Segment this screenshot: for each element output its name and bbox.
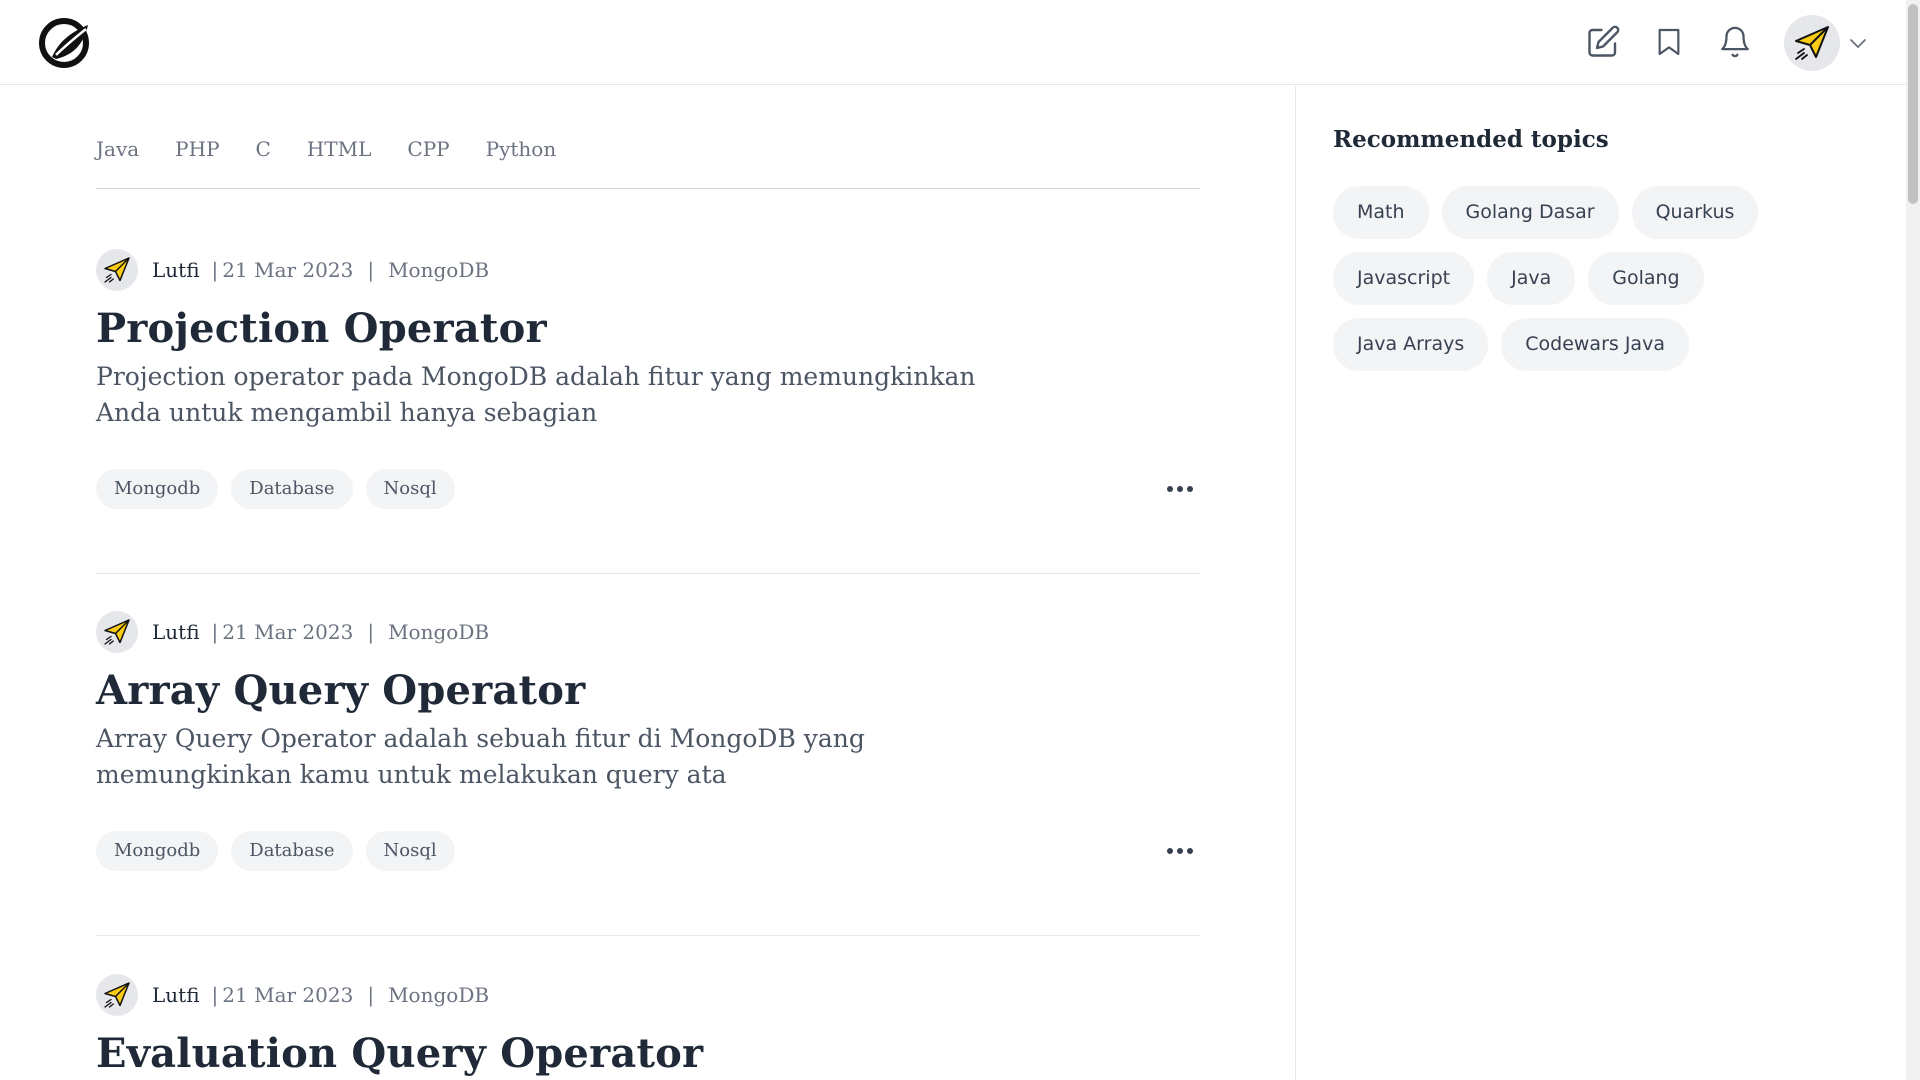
tag-chip[interactable]: Mongodb: [96, 831, 219, 871]
article-topic[interactable]: MongoDB: [388, 620, 489, 644]
publish-date: 21 Mar 2023: [222, 983, 354, 1007]
article-excerpt[interactable]: Array Query Operator adalah sebuah fitur…: [96, 721, 976, 793]
top-header: [0, 0, 1920, 85]
tab-cpp[interactable]: CPP: [407, 134, 449, 164]
topic-chips: Math Golang Dasar Quarkus Javascript Jav…: [1333, 186, 1803, 371]
meta-separator: |: [211, 620, 219, 644]
author-name[interactable]: Lutfi: [152, 258, 200, 282]
author-avatar[interactable]: [96, 611, 138, 653]
tag-chip[interactable]: Database: [231, 831, 353, 871]
article-excerpt[interactable]: Projection operator pada MongoDB adalah …: [96, 359, 976, 431]
topic-chip[interactable]: Java Arrays: [1333, 318, 1489, 371]
article-topic[interactable]: MongoDB: [388, 258, 489, 282]
vertical-scrollbar[interactable]: [1906, 0, 1920, 1080]
article-title[interactable]: Array Query Operator: [96, 667, 1200, 715]
meta-separator: |: [211, 983, 219, 1007]
paper-plane-icon: [1795, 26, 1829, 60]
tab-html[interactable]: HTML: [307, 134, 372, 164]
author-name[interactable]: Lutfi: [152, 983, 200, 1007]
tab-php[interactable]: PHP: [175, 134, 219, 164]
topic-chip[interactable]: Math: [1333, 186, 1429, 239]
more-options-icon[interactable]: [1160, 831, 1200, 871]
topic-chip[interactable]: Golang Dasar: [1441, 186, 1619, 239]
publish-date: 21 Mar 2023: [222, 620, 354, 644]
scrollbar-thumb[interactable]: [1908, 4, 1918, 204]
main-feed: Java PHP C HTML CPP Python Lutfi | 21 Ma…: [0, 86, 1296, 1080]
tag-chip[interactable]: Nosql: [365, 831, 455, 871]
article-meta: Lutfi | 21 Mar 2023 | MongoDB: [96, 973, 1200, 1017]
bell-icon[interactable]: [1715, 22, 1755, 62]
leaf-logo-icon[interactable]: [38, 15, 94, 71]
publish-date: 21 Mar 2023: [222, 258, 354, 282]
more-options-icon[interactable]: [1160, 469, 1200, 509]
article-tags: Mongodb Database Nosql: [96, 831, 1200, 871]
topic-chip[interactable]: Javascript: [1333, 252, 1475, 305]
paper-plane-icon: [104, 982, 130, 1008]
meta-separator: |: [211, 258, 219, 282]
meta-separator: |: [367, 258, 375, 282]
tab-python[interactable]: Python: [486, 134, 557, 164]
article-card: Lutfi | 21 Mar 2023 | MongoDB Array Quer…: [96, 610, 1200, 936]
user-avatar[interactable]: [1784, 15, 1840, 71]
write-icon[interactable]: [1583, 22, 1623, 62]
topic-chip[interactable]: Codewars Java: [1501, 318, 1689, 371]
article-tags: Mongodb Database Nosql: [96, 469, 1200, 509]
tag-chip[interactable]: Nosql: [365, 469, 455, 509]
paper-plane-icon: [104, 619, 130, 645]
author-avatar[interactable]: [96, 249, 138, 291]
language-tabs: Java PHP C HTML CPP Python: [96, 134, 1200, 189]
article-meta: Lutfi | 21 Mar 2023 | MongoDB: [96, 610, 1200, 654]
article-title[interactable]: Evaluation Query Operator: [96, 1030, 1200, 1078]
article-card: Lutfi | 21 Mar 2023 | MongoDB Projection…: [96, 248, 1200, 574]
tag-chip[interactable]: Database: [231, 469, 353, 509]
tab-c[interactable]: C: [256, 134, 271, 164]
bookmark-icon[interactable]: [1649, 22, 1689, 62]
topic-chip[interactable]: Java: [1487, 252, 1576, 305]
topic-chip[interactable]: Golang: [1588, 252, 1704, 305]
meta-separator: |: [367, 620, 375, 644]
author-avatar[interactable]: [96, 974, 138, 1016]
topic-chip[interactable]: Quarkus: [1631, 186, 1759, 239]
article-card: Lutfi | 21 Mar 2023 | MongoDB Evaluation…: [96, 973, 1200, 1080]
article-meta: Lutfi | 21 Mar 2023 | MongoDB: [96, 248, 1200, 292]
tab-java[interactable]: Java: [96, 134, 139, 164]
recommended-topics-heading: Recommended topics: [1333, 126, 1609, 153]
article-topic[interactable]: MongoDB: [388, 983, 489, 1007]
paper-plane-icon: [104, 257, 130, 283]
tag-chip[interactable]: Mongodb: [96, 469, 219, 509]
author-name[interactable]: Lutfi: [152, 620, 200, 644]
meta-separator: |: [367, 983, 375, 1007]
article-title[interactable]: Projection Operator: [96, 305, 1200, 353]
chevron-down-icon[interactable]: [1847, 33, 1869, 55]
